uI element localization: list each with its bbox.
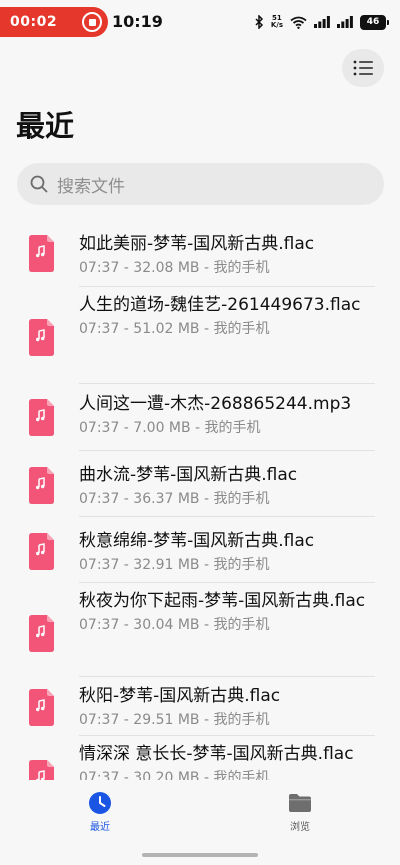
screen-recording-indicator[interactable]: 00:02 [0, 7, 108, 37]
tab-browse-label: 浏览 [290, 822, 310, 833]
file-name: 如此美丽-梦苇-国风新古典.flac [79, 234, 315, 254]
home-indicator[interactable] [142, 853, 258, 857]
file-name: 人间这一遭-木杰-268865244.mp3 [79, 394, 352, 414]
signal-icon-1 [314, 16, 330, 28]
recent-file-list[interactable]: 如此美丽-梦苇-国风新古典.flac 07:37 - 32.08 MB - 我的… [0, 215, 400, 780]
tab-browse[interactable]: 浏览 [270, 790, 330, 833]
audio-file-icon [29, 235, 54, 272]
tab-recent[interactable]: 最近 [70, 790, 130, 833]
file-name: 曲水流-梦苇-国风新古典.flac [79, 465, 298, 485]
tab-recent-label: 最近 [90, 822, 110, 833]
file-manager-screen: 00:02 10:19 51 K/s 46 最近 搜索文件 如此美丽-梦苇-国风… [0, 0, 400, 865]
file-list-item[interactable]: 秋阳-梦苇-国风新古典.flac 07:37 - 29.51 MB - 我的手机 [0, 677, 400, 736]
file-list-item[interactable]: 曲水流-梦苇-国风新古典.flac 07:37 - 36.37 MB - 我的手… [0, 451, 400, 517]
bluetooth-icon [255, 15, 263, 29]
wifi-icon [290, 16, 307, 29]
recording-time: 00:02 [10, 14, 58, 30]
clock-icon [89, 792, 111, 814]
file-list-item[interactable]: 人生的道场-魏佳艺-261449673.flac 07:37 - 51.02 M… [0, 287, 400, 384]
audio-file-icon [29, 319, 54, 356]
status-bar: 00:02 10:19 51 K/s 46 [0, 0, 400, 44]
file-list-item[interactable]: 如此美丽-梦苇-国风新古典.flac 07:37 - 32.08 MB - 我的… [0, 215, 400, 287]
menu-button[interactable] [342, 49, 384, 87]
audio-file-icon [29, 615, 54, 652]
file-name: 情深深 意长长-梦苇-国风新古典.flac [79, 744, 354, 764]
battery-icon: 46 [360, 14, 389, 30]
file-meta: 07:37 - 30.04 MB - 我的手机 [79, 617, 270, 633]
file-name: 秋阳-梦苇-国风新古典.flac [79, 686, 281, 706]
battery-level: 46 [366, 17, 380, 27]
search-input[interactable]: 搜索文件 [17, 163, 384, 205]
file-meta: 07:37 - 32.08 MB - 我的手机 [79, 260, 270, 276]
folder-icon [289, 794, 311, 812]
audio-file-icon [29, 467, 54, 504]
file-name: 秋夜为你下起雨-梦苇-国风新古典.flac [79, 591, 366, 611]
file-meta: 07:37 - 51.02 MB - 我的手机 [79, 321, 270, 337]
search-placeholder: 搜索文件 [57, 176, 125, 197]
file-meta: 07:37 - 29.51 MB - 我的手机 [79, 712, 270, 728]
stop-recording-icon[interactable] [82, 12, 102, 32]
status-clock: 10:19 [112, 12, 163, 31]
list-menu-icon [353, 60, 373, 76]
audio-file-icon [29, 689, 54, 726]
file-list-item[interactable]: 秋夜为你下起雨-梦苇-国风新古典.flac 07:37 - 30.04 MB -… [0, 583, 400, 677]
file-name: 人生的道场-魏佳艺-261449673.flac [79, 295, 361, 315]
audio-file-icon [29, 399, 54, 436]
file-meta: 07:37 - 36.37 MB - 我的手机 [79, 491, 270, 507]
file-list-item[interactable]: 人间这一遭-木杰-268865244.mp3 07:37 - 7.00 MB -… [0, 384, 400, 451]
file-name: 秋意绵绵-梦苇-国风新古典.flac [79, 531, 315, 551]
file-meta: 07:37 - 7.00 MB - 我的手机 [79, 420, 261, 436]
search-icon [30, 175, 48, 193]
signal-icon-2 [337, 16, 353, 28]
audio-file-icon [29, 760, 54, 780]
status-icons: 51 K/s 46 [255, 13, 389, 31]
network-speed: 51 K/s [270, 14, 283, 29]
file-list-item[interactable]: 秋意绵绵-梦苇-国风新古典.flac 07:37 - 32.91 MB - 我的… [0, 517, 400, 583]
page-title: 最近 [16, 109, 75, 143]
file-meta: 07:37 - 32.91 MB - 我的手机 [79, 557, 270, 573]
bottom-navigation: 最近 浏览 [0, 780, 400, 840]
file-list-item[interactable]: 情深深 意长长-梦苇-国风新古典.flac 07:37 - 30.20 MB -… [0, 736, 400, 780]
audio-file-icon [29, 533, 54, 570]
file-meta: 07:37 - 30.20 MB - 我的手机 [79, 770, 270, 780]
